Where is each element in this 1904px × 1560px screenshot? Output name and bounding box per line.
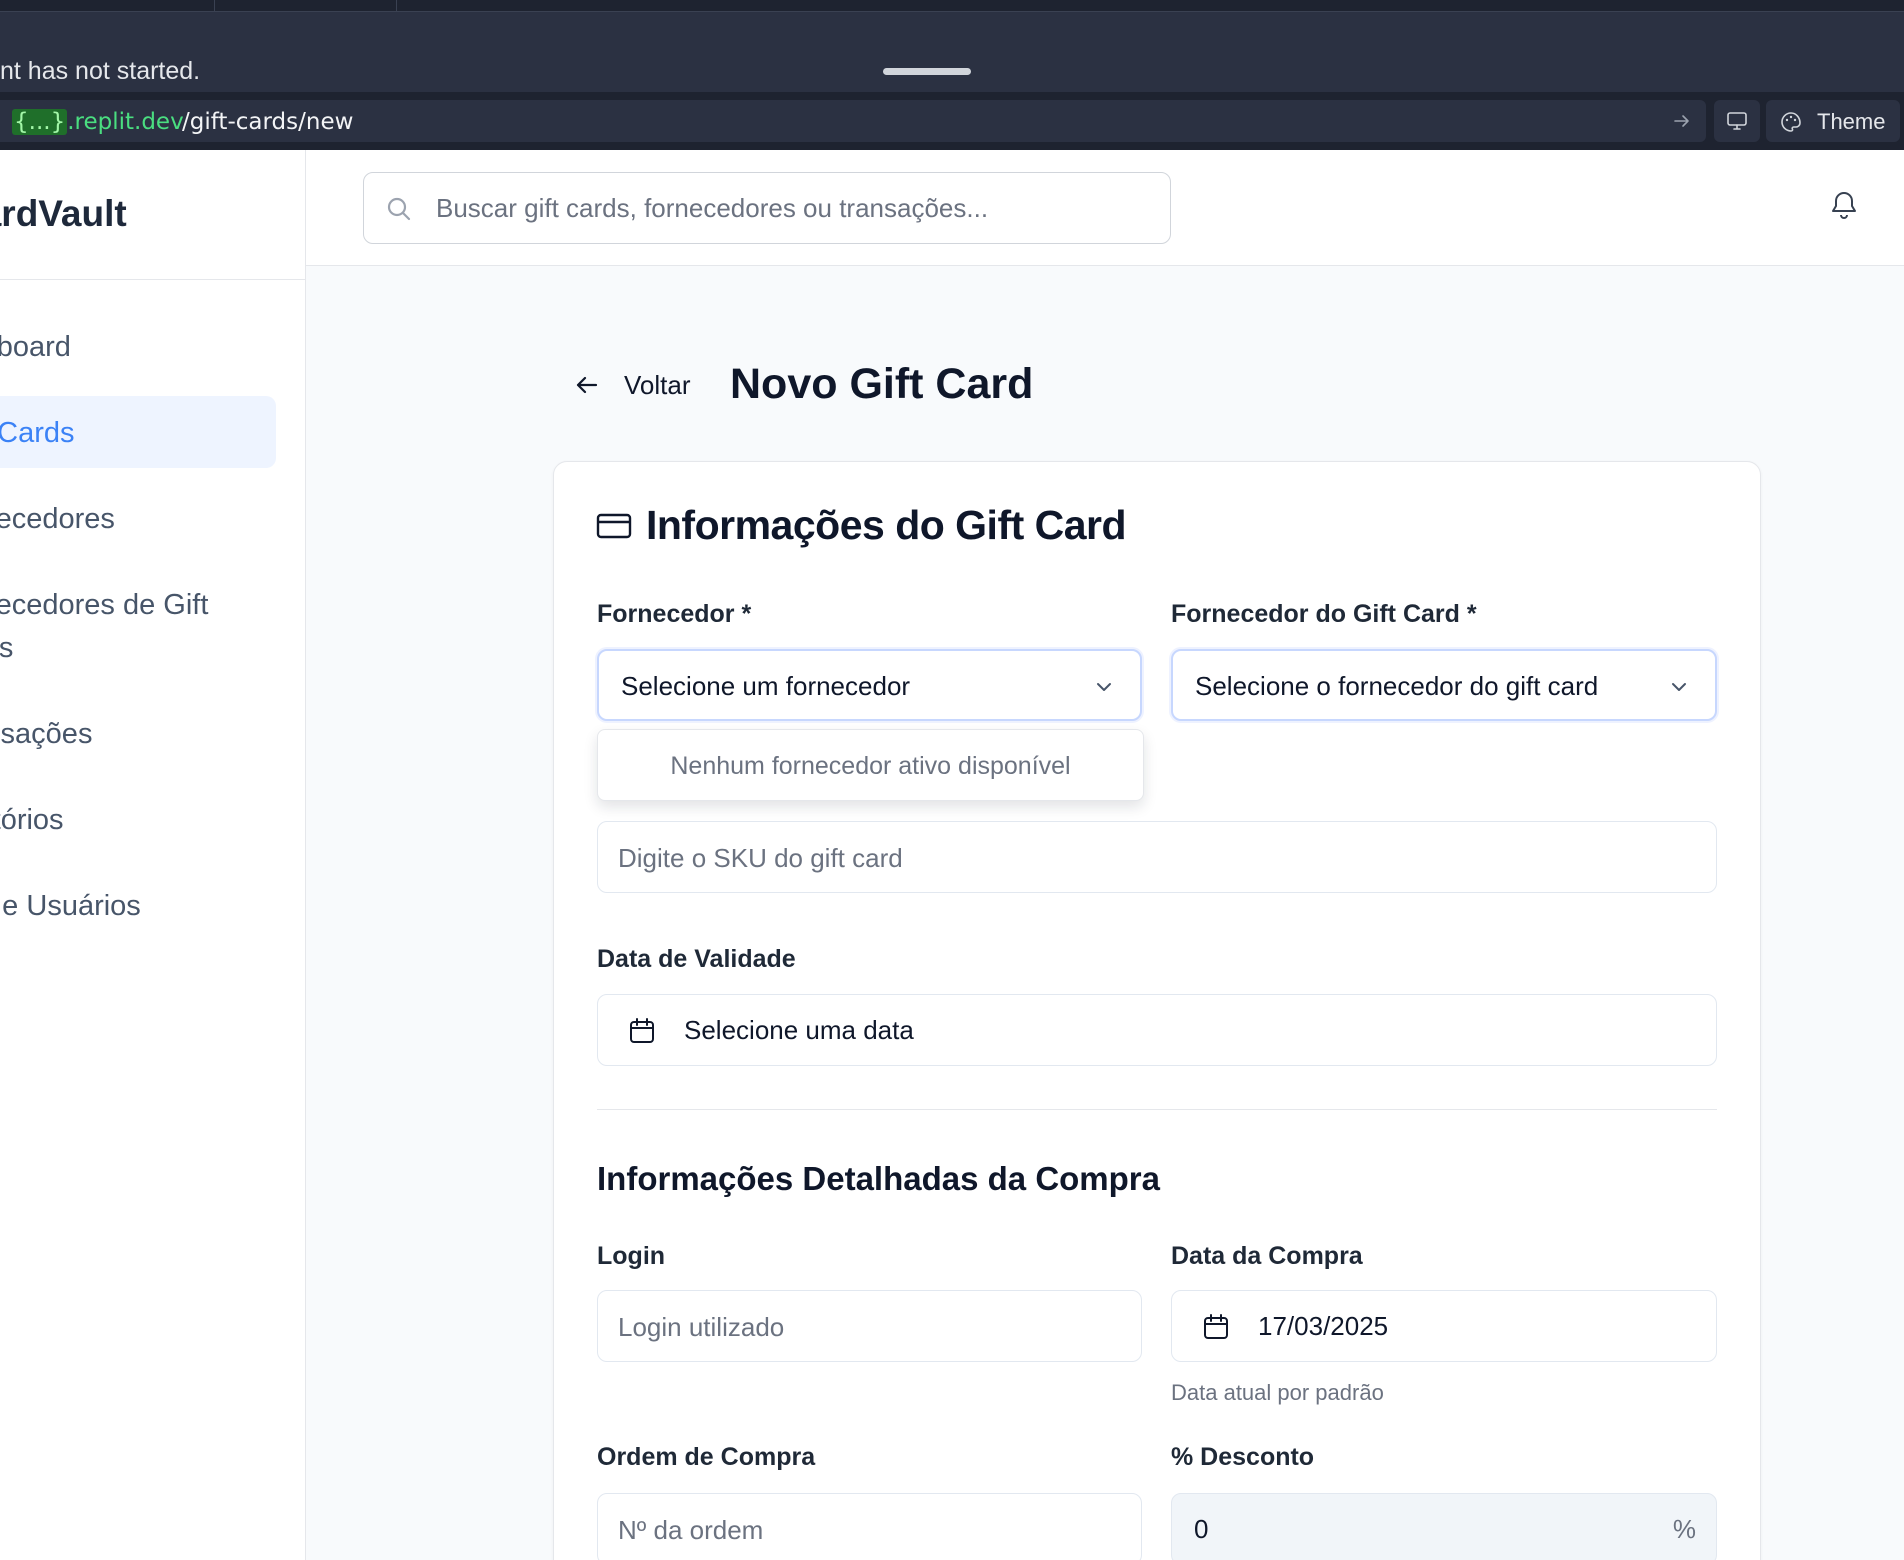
- brand-name[interactable]: CardVault: [0, 193, 127, 235]
- order-label: Ordem de Compra: [597, 1443, 816, 1471]
- login-input[interactable]: [618, 1307, 1118, 1347]
- gc-supplier-label: Fornecedor do Gift Card *: [1171, 600, 1477, 628]
- sidebar-item-gift-cards[interactable]: Gift Cards: [0, 396, 276, 468]
- credit-card-icon: [596, 513, 632, 539]
- arrow-left-icon: [576, 376, 598, 394]
- sidebar-item-label: Fornecedores: [0, 503, 115, 535]
- notice-bar: nt has not started.: [0, 12, 1904, 92]
- purchase-date-hint: Data atual por padrão: [1171, 1380, 1384, 1405]
- gc-supplier-select-value: Selecione o fornecedor do gift card: [1195, 671, 1599, 701]
- drag-handle[interactable]: [883, 68, 971, 75]
- back-label: Voltar: [624, 370, 691, 400]
- device-preview-button[interactable]: [1714, 100, 1760, 142]
- url-bar: {...}.replit.dev /gift-cards/new Theme: [0, 92, 1904, 150]
- chevron-down-icon: [1672, 683, 1686, 691]
- expiry-label: Data de Validade: [597, 945, 796, 973]
- discount-unit: %: [1672, 1514, 1696, 1544]
- order-field[interactable]: [597, 1493, 1142, 1560]
- url-host-suffix: .replit.dev: [67, 109, 184, 135]
- tab-separator: [214, 0, 215, 12]
- search-box[interactable]: [363, 172, 1171, 244]
- top-bar: [306, 150, 1904, 266]
- search-input[interactable]: [436, 187, 1146, 229]
- sidebar-item-label: Transações: [0, 718, 93, 750]
- sidebar: CardVault Dashboard Gift Cards Fornecedo…: [0, 150, 306, 1560]
- theme-button[interactable]: Theme: [1766, 100, 1900, 142]
- chevron-down-icon: [1097, 683, 1111, 691]
- discount-field[interactable]: 0 %: [1171, 1493, 1717, 1560]
- search-icon: [387, 197, 411, 221]
- sidebar-item-dashboard[interactable]: Dashboard: [0, 310, 276, 382]
- supplier-label: Fornecedor *: [597, 600, 752, 628]
- sidebar-item-label: Relatórios: [0, 804, 64, 836]
- url-host-prefix: {...}: [12, 109, 68, 135]
- url-path: /gift-cards/new: [182, 109, 354, 135]
- expiry-date-value: Selecione uma data: [684, 1015, 914, 1045]
- sidebar-item-label: Gift Cards: [0, 417, 75, 449]
- sku-field[interactable]: [597, 821, 1717, 893]
- gc-supplier-select[interactable]: Selecione o fornecedor do gift card: [1171, 649, 1717, 721]
- supplier-select[interactable]: Selecione um fornecedor: [597, 649, 1142, 721]
- expiry-date-picker[interactable]: Selecione uma data: [597, 994, 1717, 1066]
- calendar-icon: [1204, 1314, 1228, 1339]
- supplier-dropdown: Nenhum fornecedor ativo disponível: [597, 729, 1144, 801]
- notice-text: nt has not started.: [0, 57, 201, 85]
- sidebar-item-label-line2: Cards: [0, 632, 14, 664]
- card-title: Informações do Gift Card: [646, 502, 1127, 548]
- brand: CardVault: [0, 150, 305, 280]
- sidebar-item-label: Fornecedores de Gift: [0, 589, 209, 621]
- page-title: Novo Gift Card: [730, 360, 1034, 408]
- sidebar-item-fornecedores[interactable]: Fornecedores: [0, 482, 276, 554]
- palette-icon: [1781, 112, 1801, 132]
- purchase-date-label: Data da Compra: [1171, 1242, 1363, 1270]
- arrow-right-icon[interactable]: [1672, 111, 1692, 131]
- monitor-icon: [1727, 112, 1747, 130]
- purchase-date-value: 17/03/2025: [1258, 1311, 1389, 1341]
- sidebar-item-label: Perfis e Usuários: [0, 890, 141, 922]
- bell-icon[interactable]: [1830, 190, 1858, 220]
- sku-input[interactable]: [618, 838, 1688, 878]
- sidebar-item-relatorios[interactable]: Relatórios: [0, 783, 276, 855]
- login-label: Login: [597, 1242, 666, 1270]
- order-input[interactable]: [618, 1510, 1118, 1550]
- discount-value: 0: [1194, 1514, 1209, 1544]
- browser-tabstrip: [0, 0, 1904, 12]
- supplier-select-value: Selecione um fornecedor: [621, 671, 911, 701]
- theme-label: Theme: [1817, 109, 1886, 134]
- url-field[interactable]: {...}.replit.dev /gift-cards/new: [0, 100, 1706, 142]
- sidebar-item-label: Dashboard: [0, 331, 71, 363]
- login-field[interactable]: [597, 1290, 1142, 1362]
- calendar-icon: [630, 1018, 654, 1043]
- dropdown-empty-message: Nenhum fornecedor ativo disponível: [670, 752, 1071, 780]
- url-host: {...}.replit.dev: [12, 109, 184, 135]
- purchase-section-title: Informações Detalhadas da Compra: [597, 1160, 1160, 1197]
- sidebar-item-fornecedores-gift-cards[interactable]: Fornecedores de Gift Cards: [0, 568, 276, 664]
- sidebar-item-transacoes[interactable]: Transações: [0, 697, 276, 769]
- sidebar-item-perfis-usuarios[interactable]: Perfis e Usuários: [0, 869, 276, 941]
- section-divider: [597, 1109, 1717, 1110]
- purchase-date-picker[interactable]: 17/03/2025: [1171, 1290, 1717, 1362]
- discount-label: % Desconto: [1171, 1443, 1315, 1471]
- tab-separator: [396, 0, 397, 12]
